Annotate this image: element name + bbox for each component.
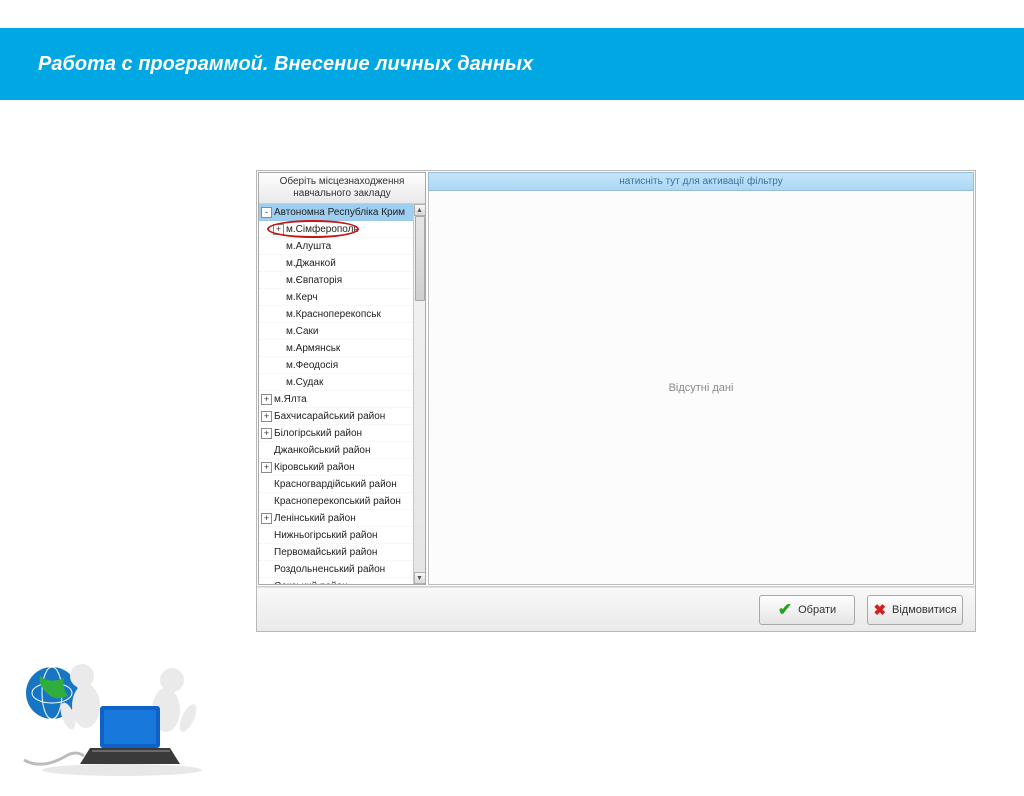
tree-item-label: м.Ялта xyxy=(274,394,307,405)
tree-item[interactable]: Красноперекопський район xyxy=(259,493,413,510)
tree-item[interactable]: м.Джанкой xyxy=(259,255,413,272)
tree-item-label: м.Судак xyxy=(286,377,323,388)
tree-item[interactable]: +м.Ялта xyxy=(259,391,413,408)
tree-item-label: Автономна Республіка Крим xyxy=(274,207,405,218)
tree-item[interactable]: м.Саки xyxy=(259,323,413,340)
tree-item[interactable]: +Білогірський район xyxy=(259,425,413,442)
tree-header-line2: навчального закладу xyxy=(293,188,390,199)
collapse-icon[interactable]: - xyxy=(261,207,272,218)
tree-item-label: Кіровський район xyxy=(274,462,355,473)
no-data-label: Відсутні дані xyxy=(669,382,734,394)
tree-item-label: м.Саки xyxy=(286,326,319,337)
tree-panel: Оберіть місцезнаходження навчального зак… xyxy=(258,172,426,585)
expand-icon[interactable]: + xyxy=(261,513,272,524)
ok-button-label: Обрати xyxy=(798,604,836,616)
expand-icon[interactable]: + xyxy=(261,411,272,422)
tree-item-label: м.Феодосія xyxy=(286,360,338,371)
tree-item[interactable]: Сакський район xyxy=(259,578,413,584)
tree-item-label: м.Керч xyxy=(286,292,318,303)
tree-item[interactable]: м.Армянськ xyxy=(259,340,413,357)
right-panel: натисніть тут для активації фільтру Відс… xyxy=(428,172,974,585)
tree-item-label: Бахчисарайський район xyxy=(274,411,385,422)
tree-item-label: м.Джанкой xyxy=(286,258,336,269)
tree-item-label: Первомайський район xyxy=(274,547,377,558)
tree-item[interactable]: м.Феодосія xyxy=(259,357,413,374)
tree-item-label: м.Армянськ xyxy=(286,343,340,354)
tree-item[interactable]: м.Євпаторія xyxy=(259,272,413,289)
tree-item[interactable]: Первомайський район xyxy=(259,544,413,561)
tree-item[interactable]: м.Алушта xyxy=(259,238,413,255)
tree-scroll: -Автономна Республіка Крим+м.Сімферополь… xyxy=(259,204,425,584)
tree-item-label: Красногвардійський район xyxy=(274,479,397,490)
tree-item[interactable]: Красногвардійський район xyxy=(259,476,413,493)
cross-icon: ✖ xyxy=(873,601,886,619)
tree-header: Оберіть місцезнаходження навчального зак… xyxy=(259,173,425,204)
expand-icon[interactable]: + xyxy=(261,428,272,439)
expand-icon[interactable]: + xyxy=(273,224,284,235)
decorative-figure xyxy=(12,598,232,778)
slide-title-bar: Работа с программой. Внесение личных дан… xyxy=(0,28,1024,100)
tree-item-label: м.Алушта xyxy=(286,241,331,252)
expand-icon[interactable]: + xyxy=(261,462,272,473)
tree-item[interactable]: -Автономна Республіка Крим xyxy=(259,204,413,221)
expand-icon[interactable]: + xyxy=(261,394,272,405)
dialog-body: Оберіть місцезнаходження навчального зак… xyxy=(257,171,975,587)
tree-item-label: Ленінський район xyxy=(274,513,356,524)
scroll-track[interactable] xyxy=(414,216,426,572)
tree-item-label: Красноперекопський район xyxy=(274,496,401,507)
scroll-down-icon[interactable]: ▼ xyxy=(414,572,426,584)
tree-item-label: Білогірський район xyxy=(274,428,362,439)
tree-item[interactable]: +Бахчисарайський район xyxy=(259,408,413,425)
scroll-up-icon[interactable]: ▲ xyxy=(414,204,426,216)
tree-item-label: Нижньогірський район xyxy=(274,530,378,541)
tree-item-label: Роздольненський район xyxy=(274,564,385,575)
tree-item-label: м.Сімферополь xyxy=(286,224,359,235)
tree-item[interactable]: +м.Сімферополь xyxy=(259,221,413,238)
cancel-button[interactable]: ✖ Відмовитися xyxy=(867,595,963,625)
tree-item[interactable]: Нижньогірський район xyxy=(259,527,413,544)
tree-scrollbar[interactable]: ▲ ▼ xyxy=(413,204,425,584)
cancel-button-label: Відмовитися xyxy=(892,604,957,616)
scroll-thumb[interactable] xyxy=(415,216,425,301)
ok-button[interactable]: ✔ Обрати xyxy=(759,595,855,625)
tree-item-label: м.Красноперекопськ xyxy=(286,309,381,320)
tree-item[interactable]: +Кіровський район xyxy=(259,459,413,476)
dialog-window: Оберіть місцезнаходження навчального зак… xyxy=(256,170,976,632)
tree-item[interactable]: м.Судак xyxy=(259,374,413,391)
tree-header-line1: Оберіть місцезнаходження xyxy=(280,176,405,187)
tree-item-label: Сакський район xyxy=(274,581,348,585)
tree-item[interactable]: +Ленінський район xyxy=(259,510,413,527)
slide-title: Работа с программой. Внесение личных дан… xyxy=(38,53,533,76)
filter-hint-bar[interactable]: натисніть тут для активації фільтру xyxy=(428,172,974,191)
tree-item-label: Джанкойський район xyxy=(274,445,371,456)
data-area: Відсутні дані xyxy=(428,191,974,585)
check-icon: ✔ xyxy=(778,600,792,620)
tree-item[interactable]: Джанкойський район xyxy=(259,442,413,459)
tree-item-label: м.Євпаторія xyxy=(286,275,342,286)
tree-item[interactable]: Роздольненський район xyxy=(259,561,413,578)
dialog-footer: ✔ Обрати ✖ Відмовитися xyxy=(257,587,975,631)
tree-item[interactable]: м.Керч xyxy=(259,289,413,306)
tree-item[interactable]: м.Красноперекопськ xyxy=(259,306,413,323)
